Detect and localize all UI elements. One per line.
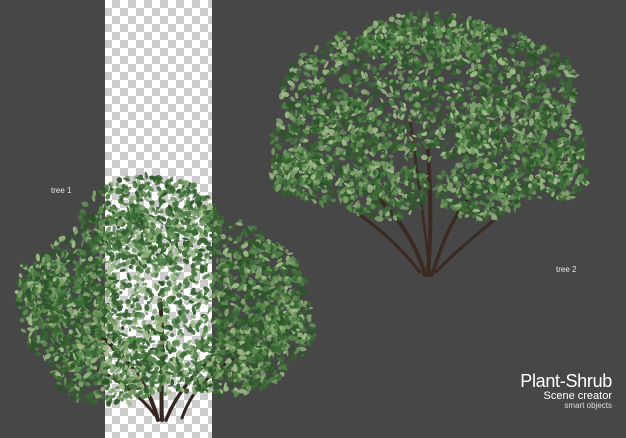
leaf	[342, 30, 348, 36]
scene-canvas	[14, 0, 591, 438]
leaf	[329, 106, 333, 110]
leaf	[494, 47, 498, 51]
leaf	[369, 107, 373, 111]
leaf	[314, 44, 319, 53]
leaf	[374, 216, 384, 222]
leaf	[327, 202, 331, 207]
leaf	[467, 92, 472, 97]
leaf	[319, 48, 328, 55]
leaf	[416, 150, 422, 157]
leaf	[513, 204, 517, 214]
leaf	[437, 102, 441, 108]
leaf	[396, 13, 401, 18]
leaf	[388, 71, 393, 76]
leaf	[445, 104, 450, 110]
leaf	[464, 213, 470, 218]
leaf	[216, 257, 219, 264]
leaf	[280, 142, 285, 145]
leaf	[393, 68, 398, 76]
leaf	[499, 143, 503, 148]
leaf	[349, 146, 352, 152]
leaf	[477, 63, 482, 70]
leaf	[294, 92, 299, 99]
leaf	[421, 140, 428, 145]
leaf	[403, 136, 408, 145]
leaf	[506, 47, 516, 55]
leaf	[235, 222, 244, 226]
leaf	[388, 154, 394, 159]
leaf	[438, 195, 442, 199]
leaf	[392, 113, 397, 119]
leaf	[425, 67, 429, 76]
leaf	[414, 184, 418, 191]
leaf	[53, 245, 62, 251]
leaf	[458, 14, 464, 19]
leaf	[551, 87, 557, 92]
leaf	[271, 147, 276, 156]
leaf	[438, 137, 445, 141]
leaf	[497, 147, 502, 157]
leaf	[402, 69, 407, 73]
leaf	[423, 75, 426, 80]
leaf	[438, 30, 444, 39]
leaf	[237, 229, 243, 232]
leaf	[298, 52, 308, 57]
leaf	[404, 128, 407, 134]
leaf	[437, 112, 443, 117]
leaf	[510, 42, 515, 48]
leaf	[352, 86, 359, 94]
leaf	[537, 195, 543, 200]
leaf	[397, 70, 403, 75]
leaf	[510, 118, 516, 123]
leaf	[549, 53, 555, 57]
leaf	[470, 97, 474, 101]
leaf	[356, 57, 360, 62]
leaf	[338, 156, 343, 161]
leaf	[565, 64, 572, 71]
leaf	[423, 188, 428, 192]
leaf	[507, 28, 515, 34]
leaf	[467, 79, 473, 85]
leaf	[442, 12, 448, 16]
leaf	[231, 226, 236, 230]
leaf	[515, 115, 519, 119]
leaf	[303, 71, 311, 77]
leaf	[511, 34, 517, 39]
leaf	[415, 119, 419, 125]
leaf	[472, 95, 477, 99]
leaf	[465, 86, 471, 91]
leaf	[307, 79, 314, 84]
leaf	[506, 134, 511, 138]
leaf	[444, 140, 449, 147]
leaf	[370, 76, 377, 81]
leaf	[403, 155, 409, 161]
leaf	[407, 155, 414, 158]
leaf	[367, 63, 371, 70]
leaf	[548, 107, 557, 113]
leaf	[258, 229, 263, 234]
leaf	[408, 70, 413, 74]
leaf	[382, 136, 388, 142]
leaf	[507, 42, 511, 48]
leaf	[345, 35, 352, 41]
leaf	[372, 39, 376, 45]
